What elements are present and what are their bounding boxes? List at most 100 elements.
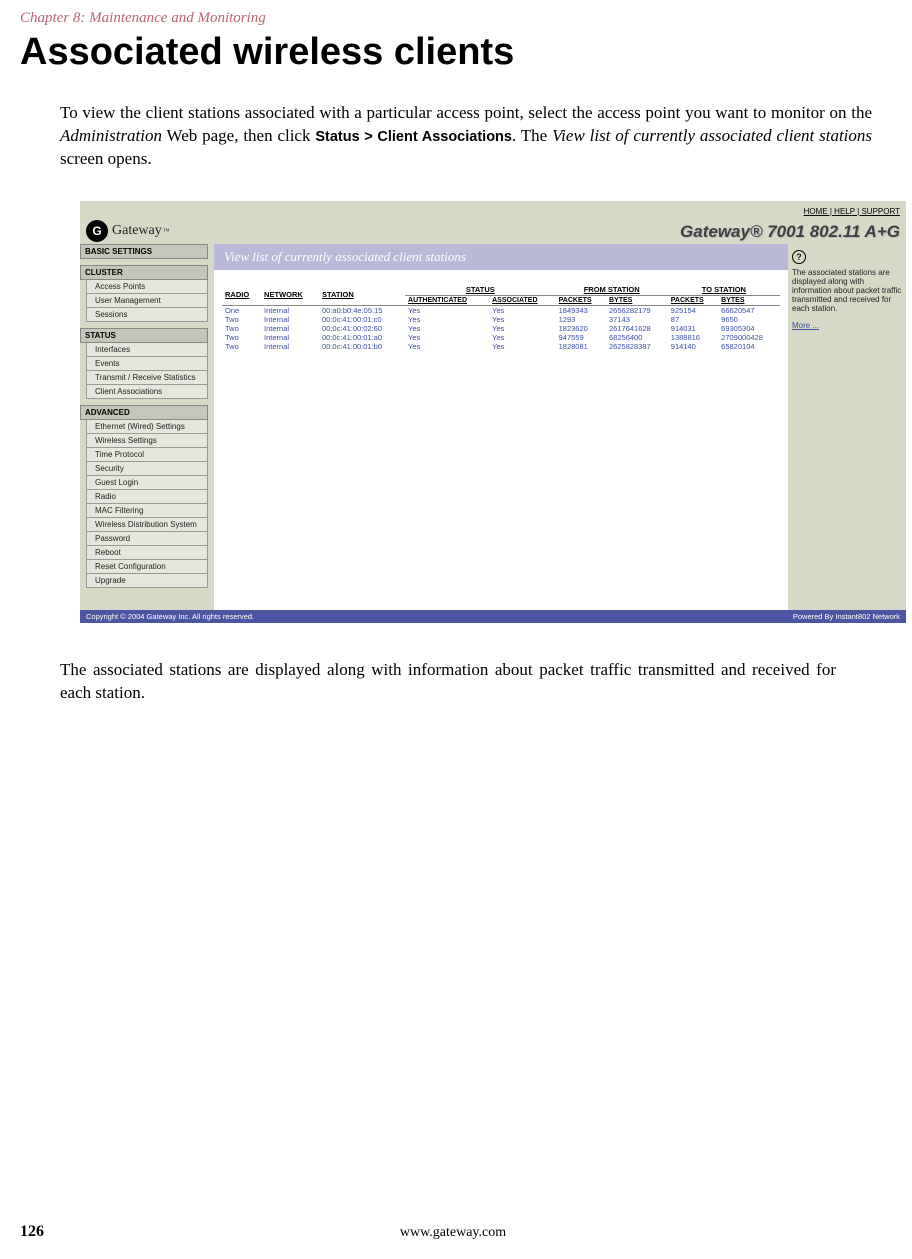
ss-main: View list of currently associated client… xyxy=(214,244,788,610)
cell-fb: 2625828387 xyxy=(606,342,668,351)
cell-tb: 66620547 xyxy=(718,305,780,315)
link-home[interactable]: HOME xyxy=(804,207,828,216)
ss-toplinks: HOME | HELP | SUPPORT xyxy=(680,207,900,216)
logo-text: Gateway xyxy=(112,223,162,239)
nav-client-assoc[interactable]: Client Associations xyxy=(86,385,208,399)
ss-nav: BASIC SETTINGS CLUSTER Access Points Use… xyxy=(80,244,208,610)
th-station[interactable]: STATION xyxy=(319,284,405,306)
cell-radio: Two xyxy=(222,342,261,351)
cell-station: 00:a0:b0:4e:05:15 xyxy=(319,305,405,315)
text-fragment: To view the client stations associated w… xyxy=(60,103,872,122)
help-more-link[interactable]: More ... xyxy=(792,321,819,330)
cell-radio: One xyxy=(222,305,261,315)
nav-reboot[interactable]: Reboot xyxy=(86,546,208,560)
th-to: TO STATION xyxy=(668,284,780,296)
cell-fb: 2656282179 xyxy=(606,305,668,315)
th-status: STATUS xyxy=(405,284,556,296)
nav-wds[interactable]: Wireless Distribution System xyxy=(86,518,208,532)
cell-station: 00:0c:41:00:01:a0 xyxy=(319,333,405,342)
nav-basic-heading[interactable]: BASIC SETTINGS xyxy=(80,244,208,259)
cell-station: 00:0c:41:00:02:60 xyxy=(319,324,405,333)
client-table: RADIO NETWORK STATION STATUS FROM STATIO… xyxy=(222,284,780,351)
th-radio[interactable]: RADIO xyxy=(222,284,261,306)
th-auth[interactable]: AUTHENTICATED xyxy=(405,295,489,305)
cell-tp: 87 xyxy=(668,315,718,324)
cell-assoc: Yes xyxy=(489,324,556,333)
cell-tp: 1388816 xyxy=(668,333,718,342)
nav-guest[interactable]: Guest Login xyxy=(86,476,208,490)
cell-fb: 68256400 xyxy=(606,333,668,342)
footer-powered: Powered By Instant802 Network xyxy=(793,612,900,621)
cell-auth: Yes xyxy=(405,342,489,351)
text-fragment: screen opens. xyxy=(60,149,152,168)
th-fbytes[interactable]: BYTES xyxy=(606,295,668,305)
chapter-header: Chapter 8: Maintenance and Monitoring xyxy=(20,10,892,27)
closing-paragraph: The associated stations are displayed al… xyxy=(60,659,836,705)
th-fpackets[interactable]: PACKETS xyxy=(556,295,606,305)
nav-interfaces[interactable]: Interfaces xyxy=(86,343,208,357)
link-support[interactable]: SUPPORT xyxy=(861,207,900,216)
help-text: The associated stations are displayed al… xyxy=(792,268,902,313)
cell-fp: 947559 xyxy=(556,333,606,342)
cell-fb: 37143 xyxy=(606,315,668,324)
nav-reset[interactable]: Reset Configuration xyxy=(86,560,208,574)
nav-upgrade[interactable]: Upgrade xyxy=(86,574,208,588)
ss-footer: Copyright © 2004 Gateway Inc. All rights… xyxy=(80,610,906,623)
cell-network: Internal xyxy=(261,305,319,315)
nav-events[interactable]: Events xyxy=(86,357,208,371)
ss-topright: HOME | HELP | SUPPORT Gateway® 7001 802.… xyxy=(680,207,900,242)
th-tbytes[interactable]: BYTES xyxy=(718,295,780,305)
help-icon: ? xyxy=(792,250,806,264)
page-number: 126 xyxy=(20,1223,44,1241)
table-row: TwoInternal00:0c:41:00:01:b0YesYes182808… xyxy=(222,342,780,351)
table-row: TwoInternal00:0c:41:00:01:a0YesYes947559… xyxy=(222,333,780,342)
cell-radio: Two xyxy=(222,315,261,324)
intro-paragraph: To view the client stations associated w… xyxy=(60,102,872,171)
cell-assoc: Yes xyxy=(489,305,556,315)
cell-tb: 2709000428 xyxy=(718,333,780,342)
cell-tb: 65820104 xyxy=(718,342,780,351)
cell-network: Internal xyxy=(261,333,319,342)
th-network[interactable]: NETWORK xyxy=(261,284,319,306)
cell-fp: 1828081 xyxy=(556,342,606,351)
cell-fb: 2617641628 xyxy=(606,324,668,333)
cell-station: 00:0c:41:00:01:b0 xyxy=(319,342,405,351)
nav-cluster-heading: CLUSTER xyxy=(80,265,208,280)
nav-wireless[interactable]: Wireless Settings xyxy=(86,434,208,448)
cell-tb: 69305304 xyxy=(718,324,780,333)
cell-radio: Two xyxy=(222,324,261,333)
help-panel: ? The associated stations are displayed … xyxy=(788,244,906,610)
nav-user-mgmt[interactable]: User Management xyxy=(86,294,208,308)
nav-macfilter[interactable]: MAC Filtering xyxy=(86,504,208,518)
text-fragment: . The xyxy=(512,126,552,145)
link-help[interactable]: HELP xyxy=(834,207,855,216)
th-from: FROM STATION xyxy=(556,284,668,296)
cell-network: Internal xyxy=(261,315,319,324)
nav-sessions[interactable]: Sessions xyxy=(86,308,208,322)
cell-network: Internal xyxy=(261,342,319,351)
ss-body: BASIC SETTINGS CLUSTER Access Points Use… xyxy=(80,244,906,610)
nav-security[interactable]: Security xyxy=(86,462,208,476)
table-body: OneInternal00:a0:b0:4e:05:15YesYes184934… xyxy=(222,305,780,351)
trademark: ™ xyxy=(163,227,170,235)
cell-fp: 1823620 xyxy=(556,324,606,333)
th-tpackets[interactable]: PACKETS xyxy=(668,295,718,305)
screen-ref: View list of currently associated client… xyxy=(552,126,872,145)
th-assoc[interactable]: ASSOCIATED xyxy=(489,295,556,305)
cell-assoc: Yes xyxy=(489,315,556,324)
nav-ethernet[interactable]: Ethernet (Wired) Settings xyxy=(86,420,208,434)
cell-auth: Yes xyxy=(405,333,489,342)
footer-copyright: Copyright © 2004 Gateway Inc. All rights… xyxy=(86,612,254,621)
cell-auth: Yes xyxy=(405,305,489,315)
nav-stats[interactable]: Transmit / Receive Statistics xyxy=(86,371,208,385)
nav-access-points[interactable]: Access Points xyxy=(86,280,208,294)
cell-tp: 925154 xyxy=(668,305,718,315)
cell-tb: 9650 xyxy=(718,315,780,324)
cell-fp: 1293 xyxy=(556,315,606,324)
cell-auth: Yes xyxy=(405,324,489,333)
page-footer: 126 www.gateway.com xyxy=(20,1223,892,1241)
nav-radio[interactable]: Radio xyxy=(86,490,208,504)
nav-time[interactable]: Time Protocol xyxy=(86,448,208,462)
nav-password[interactable]: Password xyxy=(86,532,208,546)
cell-radio: Two xyxy=(222,333,261,342)
